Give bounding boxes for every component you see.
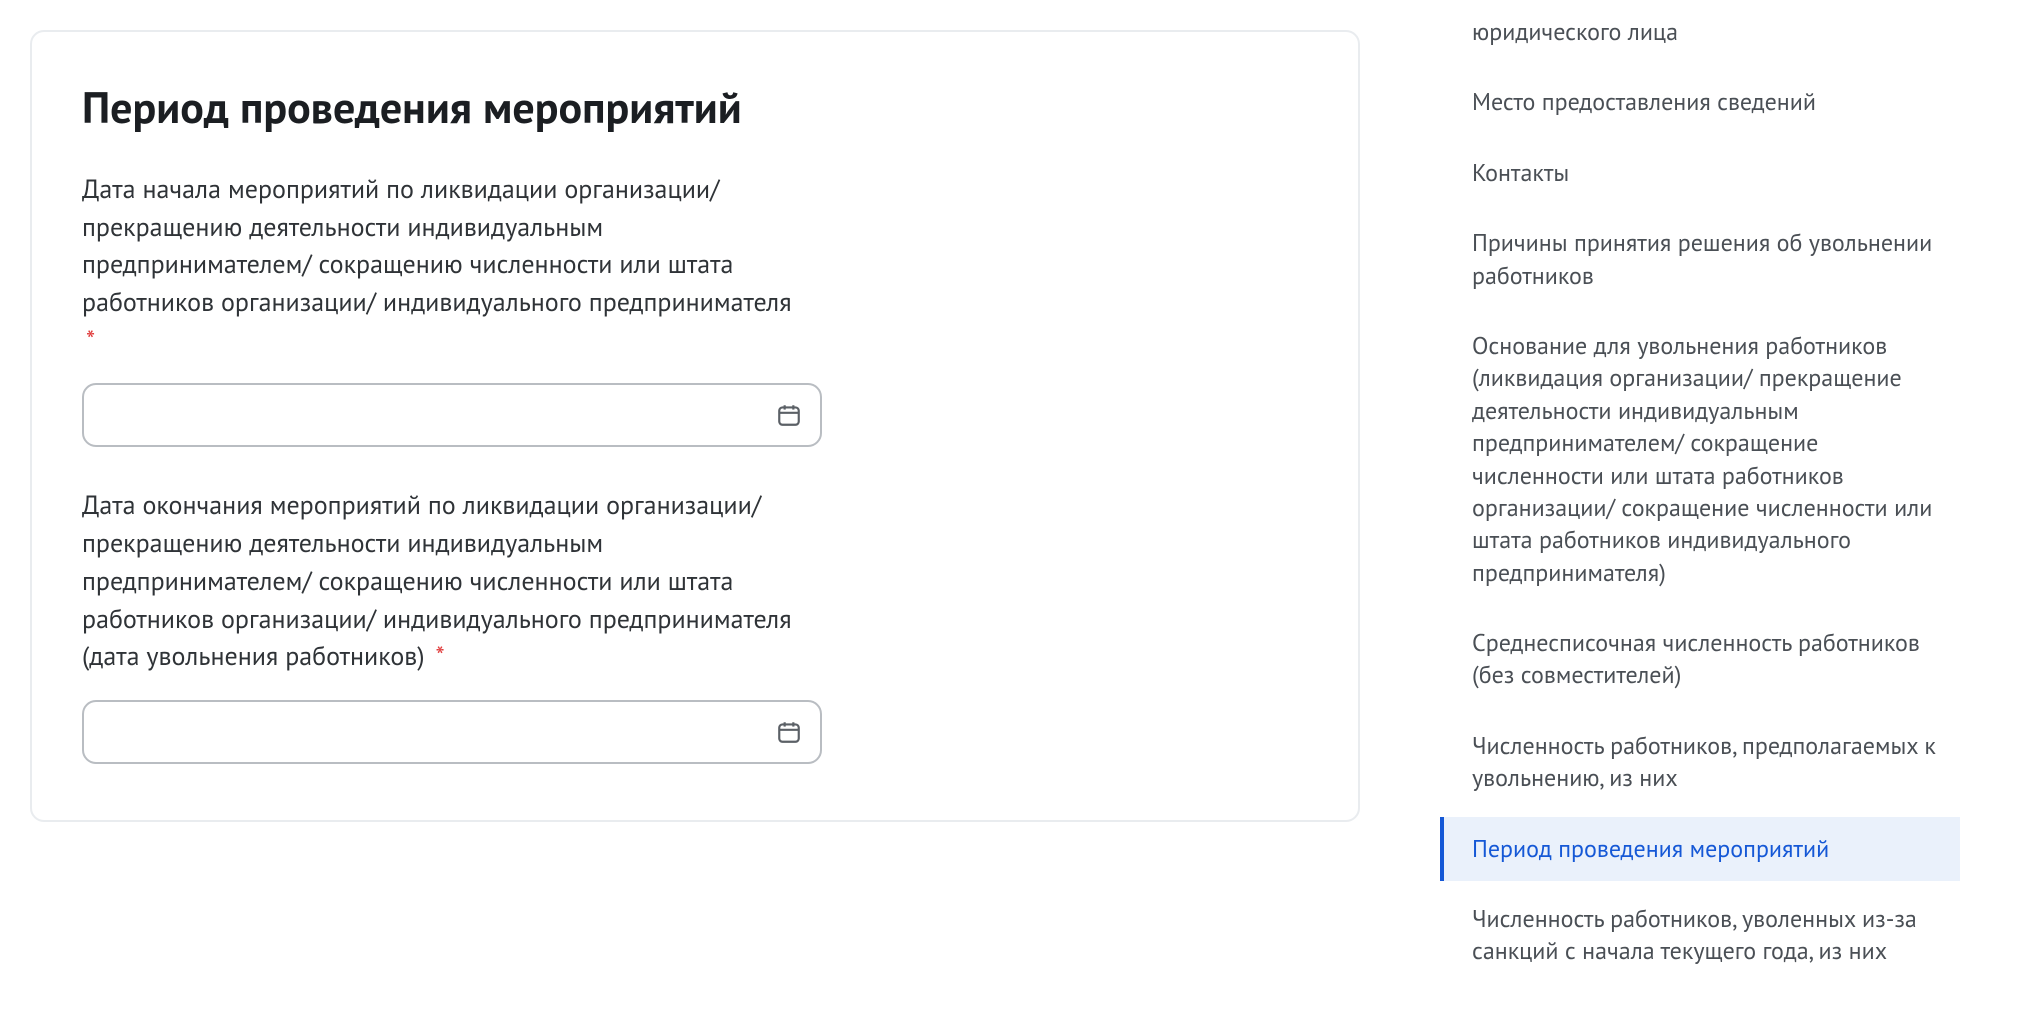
nav-item-avg-headcount[interactable]: Среднесписочная численность работников (… [1440,611,1960,708]
nav-item-sanction-dismissals[interactable]: Численность работников, уволенных из-за … [1440,887,1960,984]
nav-item-period[interactable]: Период проведения мероприятий [1440,817,1960,881]
form-card-period: Период проведения мероприятий Дата начал… [30,30,1360,822]
nav-item-contacts[interactable]: Контакты [1440,141,1960,205]
required-mark: * [436,640,445,673]
date-input-wrap [82,383,822,447]
nav-item-planned-dismissals[interactable]: Численность работников, предполагаемых к… [1440,714,1960,811]
section-sidenav: юридического лица Место предоставления с… [1440,0,1960,984]
required-mark: * [86,324,95,357]
start-date-input[interactable] [82,383,822,447]
end-date-input[interactable] [82,700,822,764]
field-start-date: Дата начала мероприятий по ликвидации ор… [82,171,1308,447]
date-input-wrap [82,700,822,764]
field-label: Дата окончания мероприятий по ликвидации… [82,487,802,675]
section-heading: Период проведения мероприятий [82,80,1308,135]
nav-item-dismissal-basis[interactable]: Основание для увольнения работников (лик… [1440,314,1960,605]
nav-item-submission-place[interactable]: Место предоставления сведений [1440,70,1960,134]
nav-item-legal-entity[interactable]: юридического лица [1440,0,1960,64]
nav-item-dismissal-reasons[interactable]: Причины принятия решения об увольнении р… [1440,211,1960,308]
field-end-date: Дата окончания мероприятий по ликвидации… [82,487,1308,763]
label-text: Дата начала мероприятий по ликвидации ор… [82,173,792,319]
field-label: Дата начала мероприятий по ликвидации ор… [82,171,802,359]
